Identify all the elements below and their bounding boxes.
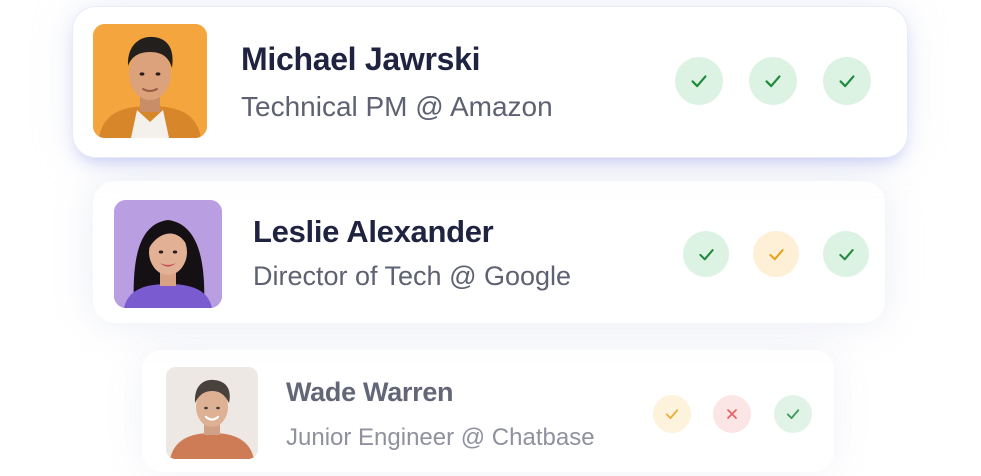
candidate-list: Michael Jawrski Technical PM @ Amazon Le… [0, 0, 981, 476]
status-badge-partial [653, 395, 691, 433]
avatar [166, 367, 258, 459]
candidate-name: Leslie Alexander [253, 214, 494, 249]
check-icon [698, 248, 714, 260]
candidate-card[interactable]: Leslie Alexander Director of Tech @ Goog… [93, 181, 885, 323]
candidate-role: Director of Tech @ Google [253, 261, 572, 291]
status-badge-pass [774, 395, 812, 433]
check-icon [765, 75, 781, 88]
x-icon [727, 409, 737, 419]
person-photo-icon [166, 367, 258, 459]
check-icon [768, 248, 784, 260]
candidate-role: Technical PM @ Amazon [241, 91, 553, 122]
status-badge-pass [823, 231, 869, 277]
status-badge-pass [683, 231, 729, 277]
check-icon [665, 409, 679, 420]
candidate-card[interactable]: Wade Warren Junior Engineer @ Chatbase [142, 350, 834, 472]
check-icon [838, 248, 854, 260]
status-badge-pass [675, 57, 723, 105]
status-badge-pass [749, 57, 797, 105]
check-icon [839, 75, 855, 88]
candidate-card[interactable]: Michael Jawrski Technical PM @ Amazon [72, 6, 908, 158]
candidate-name: Michael Jawrski [241, 41, 481, 77]
candidate-role: Junior Engineer @ Chatbase [286, 424, 595, 451]
person-photo-icon [93, 24, 207, 138]
avatar [93, 24, 207, 138]
avatar [114, 200, 222, 308]
status-badge-pass [823, 57, 871, 105]
status-badge-partial [753, 231, 799, 277]
person-photo-icon [114, 200, 222, 308]
candidate-name: Wade Warren [286, 377, 454, 407]
check-icon [786, 409, 800, 420]
check-icon [691, 75, 707, 88]
status-badge-fail [713, 395, 751, 433]
